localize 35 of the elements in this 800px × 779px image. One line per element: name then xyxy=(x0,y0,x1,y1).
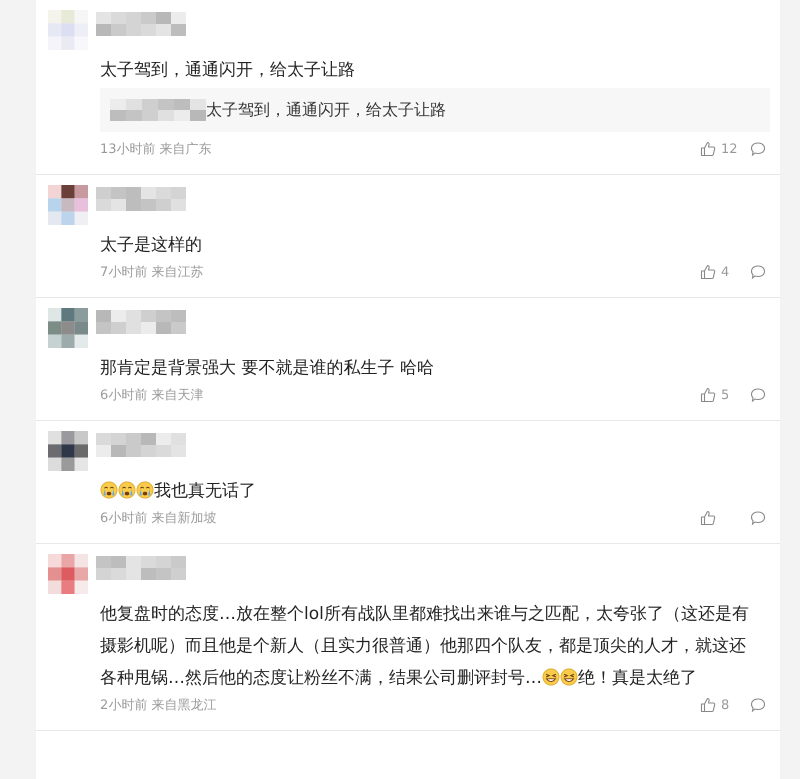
comment-meta: 7小时前 来自江苏 xyxy=(100,264,204,281)
comment-text: 他复盘时的态度…放在整个lol所有战队里都难找出来谁与之匹配，太夸张了（这还是有摄影机呢）而且他是个新人（且实力很普通）他那四个队友，都是顶尖的人才，就这还各种甩锅…然后他的态度让粉丝不满，结果公司删评封号… 绝！真是太绝了 xyxy=(100,603,750,690)
avatar xyxy=(48,308,88,348)
crying-face-icon xyxy=(136,481,154,499)
crying-face-icon xyxy=(100,481,118,499)
comment-text: 那肯定是背景强大 要不就是谁的私生子 哈哈 xyxy=(100,357,435,380)
comment-text: 我也真无话了 xyxy=(100,475,756,507)
comment-icon[interactable] xyxy=(750,264,766,280)
avatar xyxy=(48,10,88,50)
comment-icon[interactable] xyxy=(750,387,766,403)
avatar xyxy=(48,554,88,594)
thumbs-up-icon[interactable] xyxy=(700,697,716,713)
avatar xyxy=(48,185,88,225)
thumbs-up-icon[interactable] xyxy=(700,387,716,403)
comment-meta: 6小时前 来自新加坡 xyxy=(100,510,218,527)
like-count: 12 xyxy=(721,142,738,156)
crying-face-icon xyxy=(118,481,136,499)
avatar xyxy=(48,431,88,471)
like-count: 5 xyxy=(721,388,730,402)
comment-meta: 6小时前 来自天津 xyxy=(100,387,204,404)
thumbs-up-icon[interactable] xyxy=(700,510,716,526)
comment-text: 太子是这样的 xyxy=(100,234,203,257)
comment-meta: 13小时前 来自广东 xyxy=(100,141,213,158)
comment-icon[interactable] xyxy=(750,141,766,157)
thumbs-up-icon[interactable] xyxy=(700,264,716,280)
grinning-face-icon xyxy=(542,668,560,686)
comment-icon[interactable] xyxy=(750,510,766,526)
grinning-face-icon xyxy=(560,668,578,686)
thumbs-up-icon[interactable] xyxy=(700,141,716,157)
comment-meta: 2小时前 来自黑龙江 xyxy=(100,697,218,714)
quoted-text: 太子驾到，通通闪开，给太子让路 xyxy=(206,100,446,120)
like-count: 4 xyxy=(721,264,730,280)
comment-icon[interactable] xyxy=(750,697,766,713)
like-count: 8 xyxy=(721,698,730,712)
comment-text: 太子驾到，通通闪开，给太子让路 xyxy=(100,59,356,82)
